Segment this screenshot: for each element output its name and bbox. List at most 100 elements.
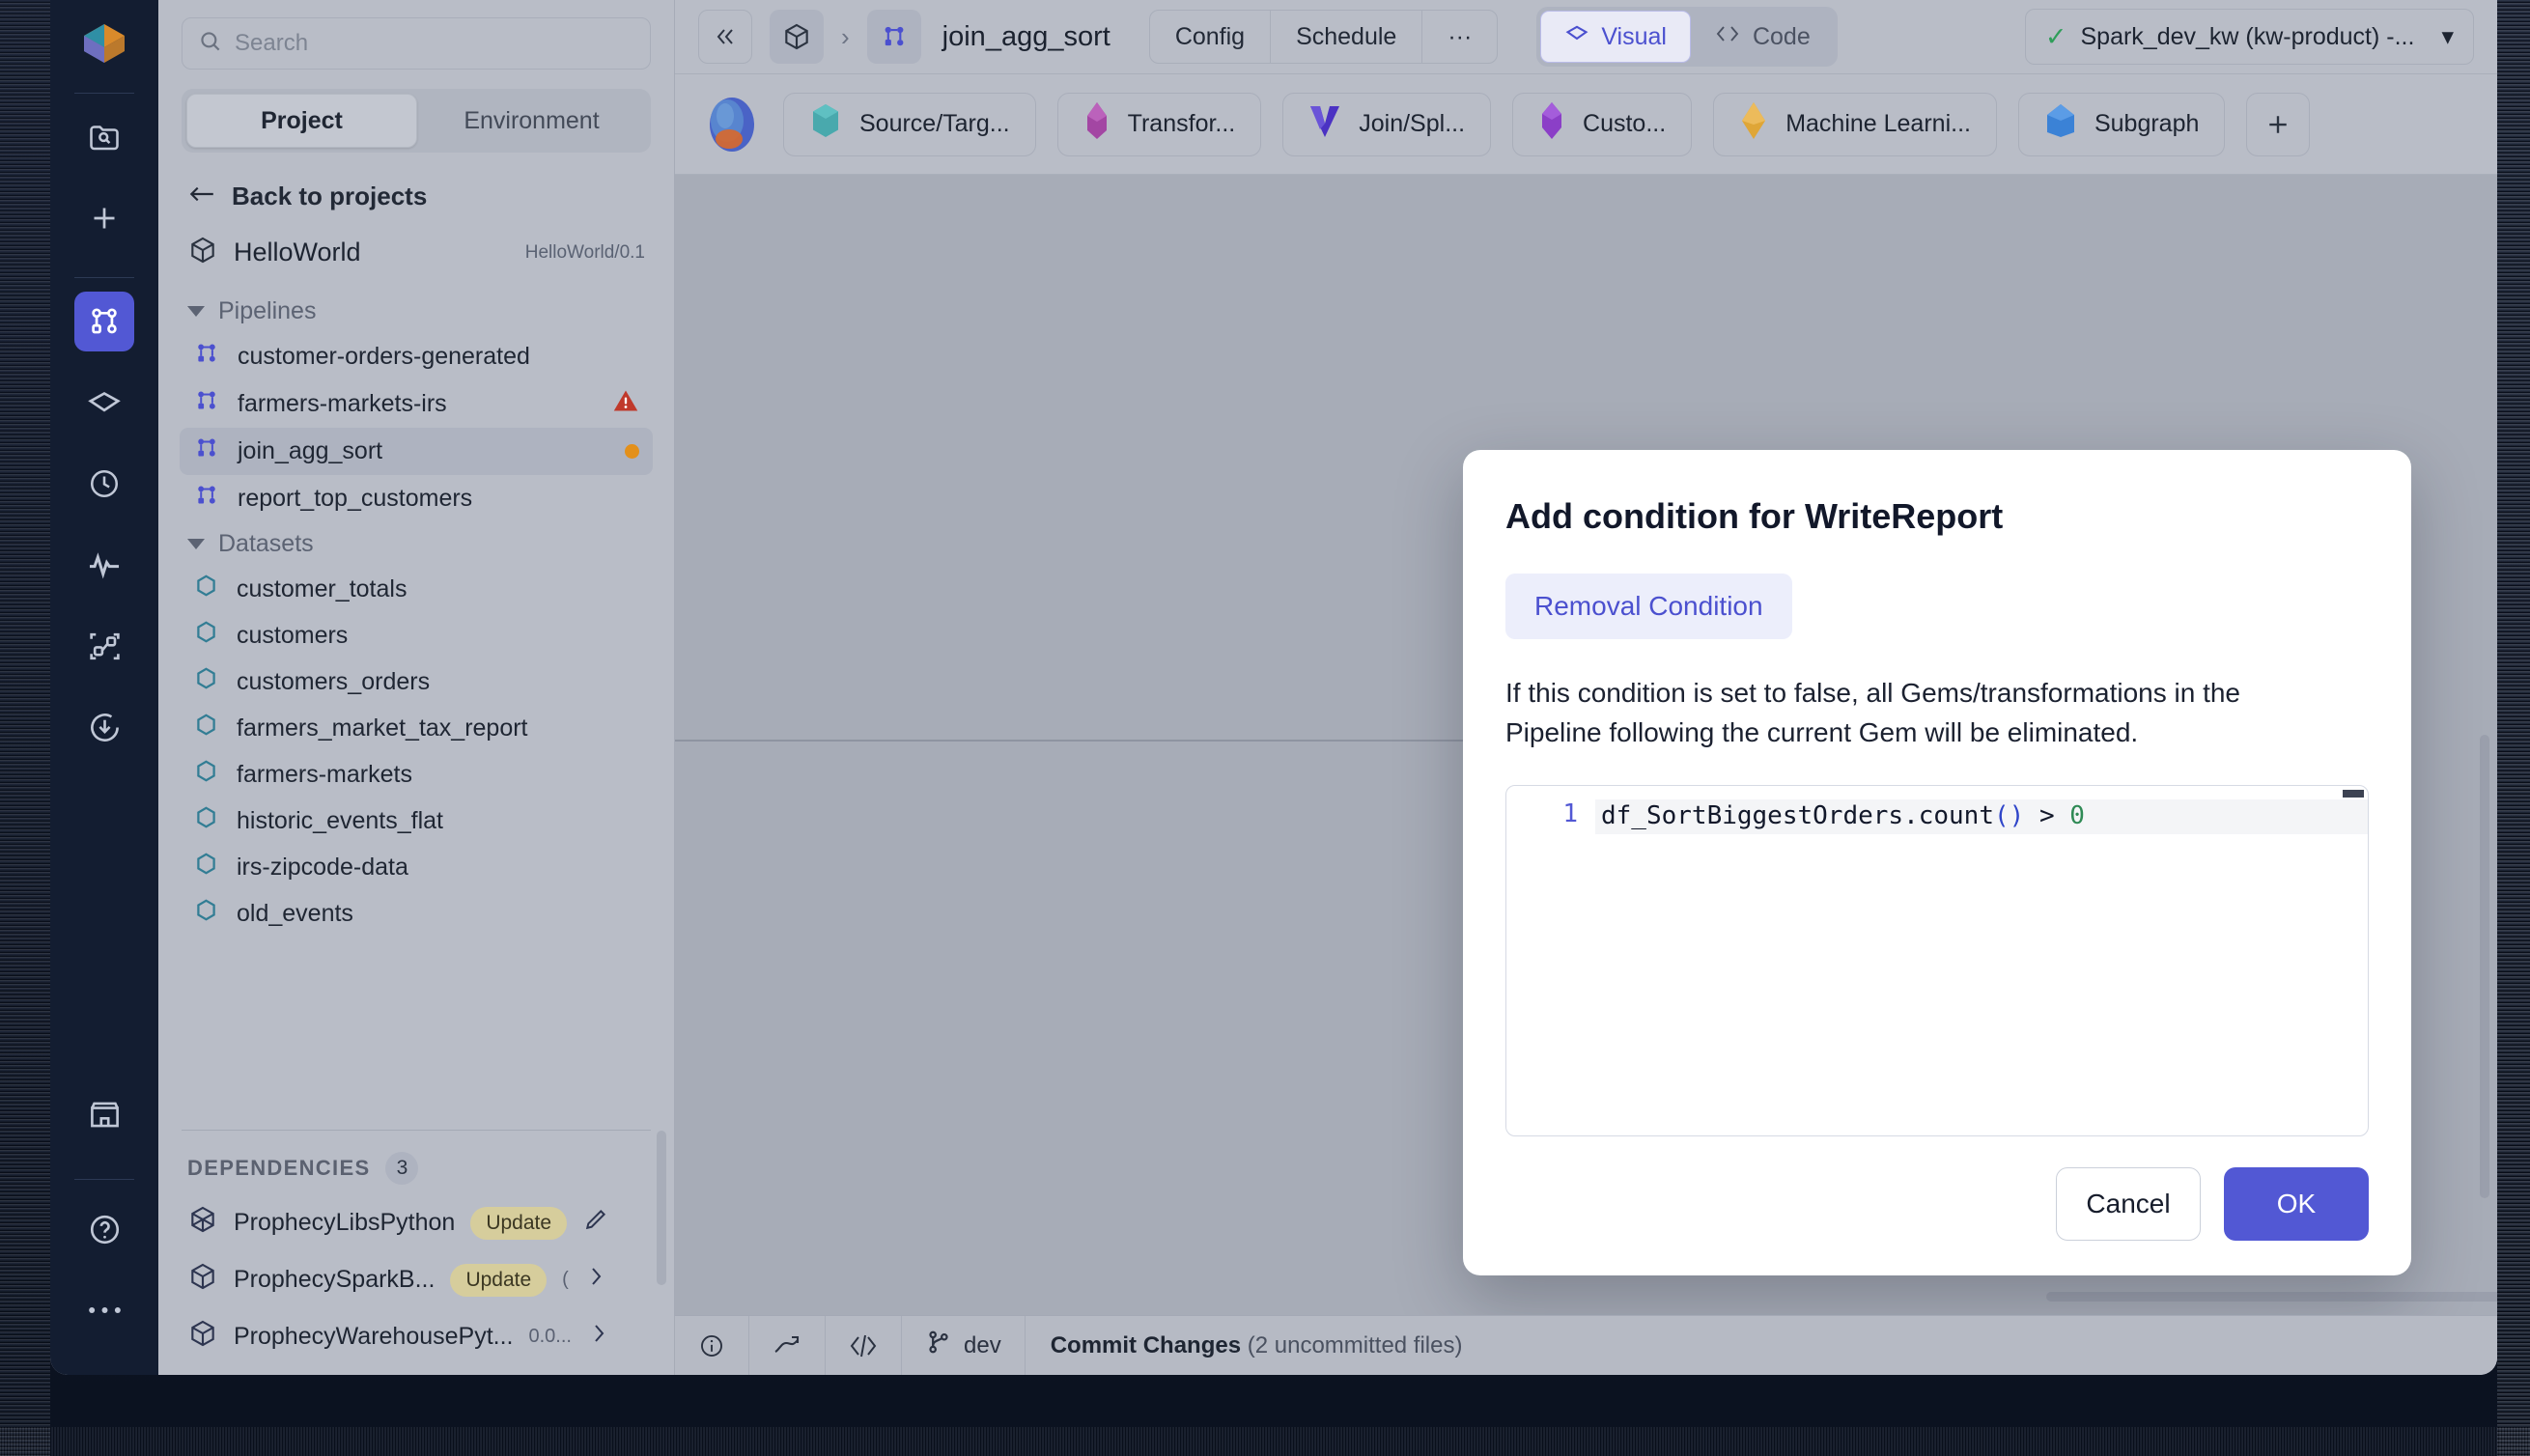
list-item[interactable]: old_events bbox=[180, 890, 653, 937]
gem-palette: Source/Targ... Transfor... bbox=[675, 74, 2497, 175]
list-item-label: customers bbox=[237, 622, 639, 650]
group-datasets[interactable]: Datasets bbox=[158, 522, 674, 566]
pipeline-icon bbox=[193, 434, 220, 468]
list-item-selected[interactable]: join_agg_sort bbox=[180, 428, 653, 475]
dependency-row[interactable]: ProphecyLibsPython Update bbox=[158, 1194, 674, 1251]
gem-category-subgraph[interactable]: Subgraph bbox=[2018, 93, 2225, 156]
sidebar-item-pipelines[interactable] bbox=[74, 292, 134, 351]
gem-category-source-target[interactable]: Source/Targ... bbox=[783, 93, 1036, 156]
dialog-title: Add condition for WriteReport bbox=[1505, 496, 2369, 537]
pipeline-icon bbox=[193, 340, 220, 374]
dependency-update-badge[interactable]: Update bbox=[470, 1207, 567, 1240]
editor-minimap[interactable] bbox=[2343, 790, 2364, 798]
gem-category-label: Transfor... bbox=[1128, 110, 1236, 138]
group-pipelines[interactable]: Pipelines bbox=[158, 290, 674, 333]
dependency-row[interactable]: ProphecySparkB... Update ( bbox=[158, 1251, 674, 1308]
git-branch-icon bbox=[925, 1329, 952, 1362]
tree-fade-mask bbox=[158, 1091, 674, 1130]
dependency-update-badge[interactable]: Update bbox=[450, 1264, 547, 1297]
pipeline-toolbar: › join_agg_sort Config Schedule ·· bbox=[675, 0, 2497, 74]
add-gem-button[interactable] bbox=[2246, 93, 2310, 156]
crystal-purple-icon bbox=[1538, 101, 1565, 147]
sidebar-item-lineage[interactable] bbox=[74, 616, 134, 676]
gem-category-join-split[interactable]: Join/Spl... bbox=[1282, 93, 1491, 156]
code-token-operator: > bbox=[2024, 801, 2069, 830]
schedule-button[interactable]: Schedule bbox=[1271, 11, 1422, 63]
chevron-right-icon[interactable] bbox=[587, 1321, 610, 1353]
dependencies-scrollbar[interactable] bbox=[657, 1131, 666, 1285]
back-to-projects[interactable]: Back to projects bbox=[158, 158, 674, 221]
search-input[interactable] bbox=[235, 30, 634, 57]
list-item[interactable]: customers_orders bbox=[180, 658, 653, 705]
status-branch-selector[interactable]: dev bbox=[902, 1316, 1026, 1375]
condition-code-editor[interactable]: 1 df_SortBiggestOrders.count() > 0 bbox=[1505, 785, 2369, 1136]
cancel-button[interactable]: Cancel bbox=[2056, 1167, 2201, 1241]
list-item[interactable]: historic_events_flat bbox=[180, 798, 653, 844]
project-name: HelloWorld bbox=[234, 238, 510, 267]
sidebar-item-search-folder[interactable] bbox=[74, 107, 134, 167]
edit-icon[interactable] bbox=[582, 1206, 609, 1240]
tab-visual[interactable]: Visual bbox=[1540, 11, 1691, 63]
list-item-label: farmers_market_tax_report bbox=[237, 714, 639, 742]
more-actions-button[interactable]: ··· bbox=[1422, 11, 1497, 63]
rail-divider-mid bbox=[74, 277, 134, 278]
status-metrics-button[interactable] bbox=[749, 1316, 826, 1375]
ok-button[interactable]: OK bbox=[2224, 1167, 2369, 1241]
chevron-right-icon[interactable] bbox=[584, 1264, 607, 1296]
status-info-button[interactable] bbox=[675, 1316, 749, 1375]
project-row[interactable]: HelloWorld HelloWorld/0.1 bbox=[158, 221, 674, 280]
commit-changes-button[interactable]: Commit Changes (2 uncommitted files) bbox=[1026, 1332, 1488, 1359]
config-button[interactable]: Config bbox=[1150, 11, 1271, 63]
dataset-icon bbox=[193, 712, 219, 744]
gem-category-custom[interactable]: Custo... bbox=[1512, 93, 1692, 156]
breadcrumb-pipeline-icon[interactable] bbox=[867, 10, 921, 64]
gem-category-machine-learning[interactable]: Machine Learni... bbox=[1713, 93, 1997, 156]
list-item[interactable]: customers bbox=[180, 612, 653, 658]
project-tree: Pipelines customer-orders-generat bbox=[158, 280, 674, 1130]
removal-condition-chip[interactable]: Removal Condition bbox=[1505, 574, 1792, 639]
list-item[interactable]: farmers-markets-irs bbox=[180, 380, 653, 428]
collapse-sidebar-button[interactable] bbox=[698, 10, 752, 64]
scope-toggle-container: Project Environment bbox=[158, 75, 674, 158]
list-item[interactable]: irs-zipcode-data bbox=[180, 844, 653, 890]
sidebar-item-marketplace[interactable] bbox=[74, 1084, 134, 1144]
list-item[interactable]: farmers_market_tax_report bbox=[180, 705, 653, 751]
list-item-label: farmers-markets bbox=[237, 761, 639, 789]
editor-code-line[interactable]: df_SortBiggestOrders.count() > 0 bbox=[1595, 799, 2368, 834]
rail-divider-bottom bbox=[74, 1179, 134, 1180]
package-icon bbox=[187, 1261, 218, 1299]
sidebar-item-create-new[interactable] bbox=[74, 188, 134, 248]
list-item-label: join_agg_sort bbox=[238, 437, 607, 465]
dataset-icon bbox=[193, 665, 219, 698]
prophecy-logo[interactable] bbox=[74, 14, 134, 73]
tab-code-label: Code bbox=[1753, 23, 1811, 51]
search-icon bbox=[198, 29, 223, 59]
prophecy-orb-icon[interactable] bbox=[702, 95, 762, 154]
tab-code[interactable]: Code bbox=[1691, 11, 1834, 63]
cluster-selector[interactable]: ✓ Spark_dev_kw (kw-product) -... ▾ bbox=[2025, 9, 2474, 65]
list-item[interactable]: customer-orders-generated bbox=[180, 333, 653, 380]
code-token-number: 0 bbox=[2069, 801, 2085, 830]
gem-category-transform[interactable]: Transfor... bbox=[1057, 93, 1262, 156]
breadcrumb-project-icon[interactable] bbox=[770, 10, 824, 64]
sidebar-item-downloads[interactable] bbox=[74, 697, 134, 757]
gem-category-label: Subgraph bbox=[2094, 110, 2199, 138]
status-code-button[interactable] bbox=[826, 1316, 902, 1375]
sidebar-item-more[interactable] bbox=[74, 1280, 134, 1340]
search-box[interactable] bbox=[182, 17, 651, 70]
list-item[interactable]: farmers-markets bbox=[180, 751, 653, 798]
tab-environment[interactable]: Environment bbox=[417, 94, 646, 148]
rail-bottom-group bbox=[74, 1084, 134, 1375]
pipeline-canvas[interactable]: WriteReport Open › bbox=[675, 175, 2497, 1315]
list-item[interactable]: report_top_customers bbox=[180, 475, 653, 522]
arrow-left-icon bbox=[187, 182, 216, 211]
sidebar-item-history[interactable] bbox=[74, 454, 134, 514]
list-item[interactable]: customer_totals bbox=[180, 566, 653, 612]
sidebar-item-help[interactable] bbox=[74, 1199, 134, 1259]
sidebar-item-gems[interactable] bbox=[74, 373, 134, 433]
dependency-row[interactable]: ProphecyWarehousePyt... 0.0... bbox=[158, 1308, 674, 1365]
sidebar-item-monitoring[interactable] bbox=[74, 535, 134, 595]
dependency-name: ProphecyWarehousePyt... bbox=[234, 1323, 514, 1351]
project-sidebar: Project Environment Back to projects bbox=[158, 0, 675, 1375]
tab-project[interactable]: Project bbox=[186, 94, 417, 148]
